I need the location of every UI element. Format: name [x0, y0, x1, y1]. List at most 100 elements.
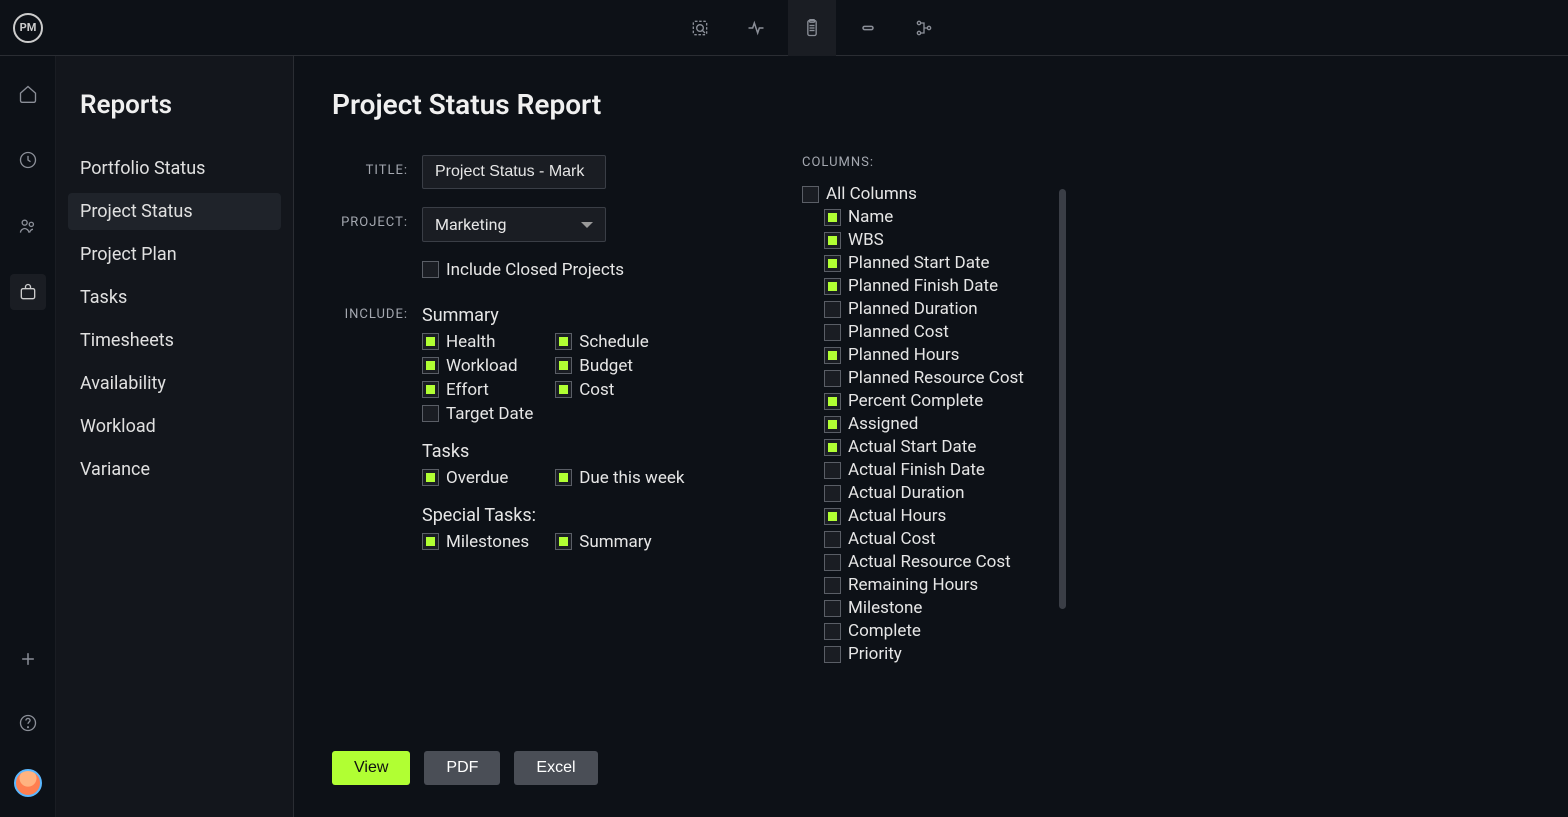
column-priority-label: Priority: [848, 644, 902, 664]
column-actual-start-date-label: Actual Start Date: [848, 437, 976, 457]
summary-effort-label: Effort: [446, 380, 489, 400]
excel-button[interactable]: Excel: [514, 751, 597, 785]
summary-workload-label: Workload: [446, 356, 518, 376]
column-complete-checkbox[interactable]: [824, 623, 841, 640]
summary-schedule-checkbox[interactable]: [555, 333, 572, 350]
column-actual-duration-label: Actual Duration: [848, 483, 965, 503]
pdf-button[interactable]: PDF: [424, 751, 500, 785]
column-actual-duration-checkbox[interactable]: [824, 485, 841, 502]
column-remaining-hours-label: Remaining Hours: [848, 575, 978, 595]
summary-effort-checkbox[interactable]: [422, 381, 439, 398]
sidebar-item-project-plan[interactable]: Project Plan: [68, 236, 281, 273]
rail-home-icon[interactable]: [10, 76, 46, 112]
summary-health-checkbox[interactable]: [422, 333, 439, 350]
column-priority-checkbox[interactable]: [824, 646, 841, 663]
column-actual-hours-checkbox[interactable]: [824, 508, 841, 525]
summary-cost-checkbox[interactable]: [555, 381, 572, 398]
nav-activity-icon[interactable]: [732, 0, 780, 56]
column-planned-cost-checkbox[interactable]: [824, 324, 841, 341]
special-milestones-checkbox[interactable]: [422, 533, 439, 550]
column-planned-cost-label: Planned Cost: [848, 322, 949, 342]
avatar[interactable]: [14, 769, 42, 797]
nav-overview-icon[interactable]: [676, 0, 724, 56]
project-select[interactable]: Marketing: [422, 207, 606, 242]
summary-health-label: Health: [446, 332, 495, 352]
columns-scrollbar[interactable]: [1059, 189, 1066, 729]
sidebar-item-timesheets[interactable]: Timesheets: [68, 322, 281, 359]
main-content: Project Status Report TITLE: PROJECT: Ma…: [294, 56, 1568, 817]
project-label: PROJECT:: [332, 207, 422, 242]
column-actual-finish-date-label: Actual Finish Date: [848, 460, 985, 480]
column-assigned-checkbox[interactable]: [824, 416, 841, 433]
special-summary-label: Summary: [579, 532, 651, 552]
column-percent-complete-checkbox[interactable]: [824, 393, 841, 410]
column-name-label: Name: [848, 207, 893, 227]
rail-team-icon[interactable]: [10, 208, 46, 244]
summary-budget-checkbox[interactable]: [555, 357, 572, 374]
sidebar-item-availability[interactable]: Availability: [68, 365, 281, 402]
sidebar-item-project-status[interactable]: Project Status: [68, 193, 281, 230]
all-columns-checkbox[interactable]: [802, 186, 819, 203]
column-actual-hours-label: Actual Hours: [848, 506, 946, 526]
column-milestone-checkbox[interactable]: [824, 600, 841, 617]
nav-flow-icon[interactable]: [900, 0, 948, 56]
special-heading: Special Tasks:: [422, 505, 684, 526]
tasks-overdue-checkbox[interactable]: [422, 469, 439, 486]
tasks-overdue-label: Overdue: [446, 468, 508, 488]
left-rail: [0, 56, 56, 817]
column-planned-finish-date-checkbox[interactable]: [824, 278, 841, 295]
column-planned-hours-checkbox[interactable]: [824, 347, 841, 364]
title-input[interactable]: [422, 155, 606, 189]
column-actual-cost-label: Actual Cost: [848, 529, 936, 549]
column-actual-resource-cost-label: Actual Resource Cost: [848, 552, 1011, 572]
sidebar-item-tasks[interactable]: Tasks: [68, 279, 281, 316]
summary-target-date-checkbox[interactable]: [422, 405, 439, 422]
logo-text: PM: [13, 13, 43, 43]
column-actual-finish-date-checkbox[interactable]: [824, 462, 841, 479]
rail-projects-icon[interactable]: [10, 274, 46, 310]
reports-sidebar: Reports Portfolio Status Project Status Pr…: [56, 56, 294, 817]
tasks-due-this-week-label: Due this week: [579, 468, 684, 488]
column-planned-start-date-checkbox[interactable]: [824, 255, 841, 272]
column-planned-duration-label: Planned Duration: [848, 299, 978, 319]
column-actual-start-date-checkbox[interactable]: [824, 439, 841, 456]
columns-label: COLUMNS:: [802, 155, 1074, 170]
column-percent-complete-label: Percent Complete: [848, 391, 983, 411]
summary-workload-checkbox[interactable]: [422, 357, 439, 374]
column-planned-finish-date-label: Planned Finish Date: [848, 276, 998, 296]
nav-reports-icon[interactable]: [788, 0, 836, 56]
column-actual-resource-cost-checkbox[interactable]: [824, 554, 841, 571]
rail-add-icon[interactable]: [10, 641, 46, 677]
include-closed-checkbox[interactable]: [422, 261, 439, 278]
column-wbs-checkbox[interactable]: [824, 232, 841, 249]
summary-cost-label: Cost: [579, 380, 614, 400]
summary-schedule-label: Schedule: [579, 332, 648, 352]
column-name-checkbox[interactable]: [824, 209, 841, 226]
nav-link-icon[interactable]: [844, 0, 892, 56]
include-label: INCLUDE:: [332, 299, 422, 322]
column-milestone-label: Milestone: [848, 598, 922, 618]
title-label: TITLE:: [332, 155, 422, 189]
column-remaining-hours-checkbox[interactable]: [824, 577, 841, 594]
column-wbs-label: WBS: [848, 230, 884, 250]
special-summary-checkbox[interactable]: [555, 533, 572, 550]
column-planned-hours-label: Planned Hours: [848, 345, 959, 365]
column-planned-start-date-label: Planned Start Date: [848, 253, 990, 273]
column-planned-resource-cost-checkbox[interactable]: [824, 370, 841, 387]
topbar: PM: [0, 0, 1568, 56]
chevron-down-icon: [581, 222, 593, 228]
sidebar-item-workload[interactable]: Workload: [68, 408, 281, 445]
tasks-heading: Tasks: [422, 441, 684, 462]
sidebar-title: Reports: [80, 90, 269, 120]
column-actual-cost-checkbox[interactable]: [824, 531, 841, 548]
tasks-due-this-week-checkbox[interactable]: [555, 469, 572, 486]
sidebar-item-portfolio-status[interactable]: Portfolio Status: [68, 150, 281, 187]
logo[interactable]: PM: [0, 13, 56, 43]
summary-target-date-label: Target Date: [446, 404, 533, 424]
column-complete-label: Complete: [848, 621, 921, 641]
rail-recent-icon[interactable]: [10, 142, 46, 178]
column-planned-duration-checkbox[interactable]: [824, 301, 841, 318]
sidebar-item-variance[interactable]: Variance: [68, 451, 281, 488]
view-button[interactable]: View: [332, 751, 410, 785]
rail-help-icon[interactable]: [10, 705, 46, 741]
